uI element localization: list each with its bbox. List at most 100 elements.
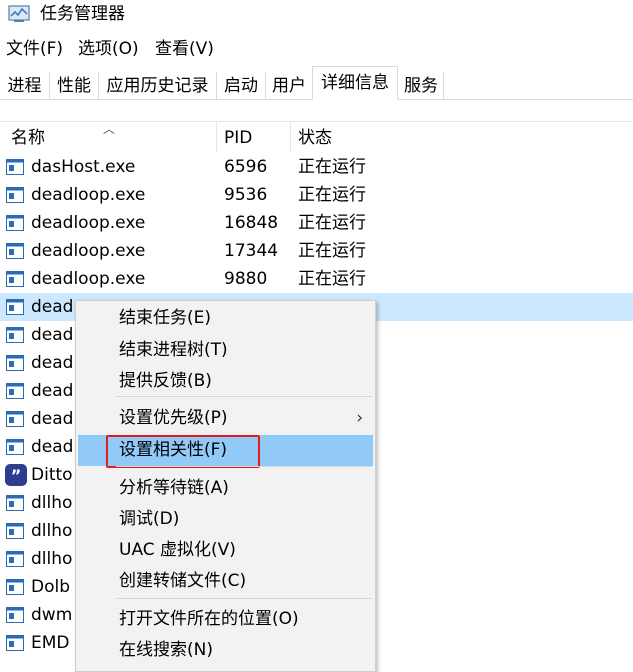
ditto-icon: ” <box>5 464 27 486</box>
menu-end-task[interactable]: 结束任务(E) <box>78 303 373 334</box>
tab-app-history[interactable]: 应用历史记录 <box>99 72 217 100</box>
window-icon <box>6 355 24 371</box>
column-header: ︿ 名称 PID 状态 <box>0 122 633 152</box>
process-status: 正在运行 <box>298 185 366 205</box>
window-icon <box>6 271 24 287</box>
menu-bar: 文件(F) 选项(O) 查看(V) <box>0 36 633 62</box>
process-pid: 9880 <box>224 269 268 289</box>
column-separator[interactable] <box>216 122 217 152</box>
menu-item-label: 设置相关性(F) <box>119 440 228 460</box>
menu-separator <box>116 466 372 467</box>
menu-item-label: 打开文件所在的位置(O) <box>119 609 299 629</box>
sort-ascending-icon: ︿ <box>103 122 116 136</box>
process-status: 正在运行 <box>298 269 366 289</box>
menu-provide-feedback[interactable]: 提供反馈(B) <box>78 366 373 397</box>
process-name: deadloop.exe <box>31 241 146 261</box>
menu-item-label: 分析等待链(A) <box>119 478 229 498</box>
tab-strip: 进程 性能 应用历史记录 启动 用户 详细信息 服务 <box>0 66 633 100</box>
svg-text:”: ” <box>11 466 22 485</box>
tab-startup[interactable]: 启动 <box>217 72 266 100</box>
window-icon <box>6 215 24 231</box>
column-separator[interactable] <box>290 122 291 152</box>
window-icon <box>6 327 24 343</box>
menu-separator <box>116 598 372 599</box>
column-header-pid[interactable]: PID <box>224 122 252 152</box>
process-pid: 17344 <box>224 241 279 261</box>
window-icon <box>6 299 24 315</box>
process-name: dead <box>31 353 74 373</box>
table-row[interactable]: deadloop.exe 17344 正在运行 <box>0 237 633 265</box>
window-icon <box>6 579 24 595</box>
window-icon <box>6 159 24 175</box>
menu-item-label: 在线搜索(N) <box>119 640 213 660</box>
menu-end-process-tree[interactable]: 结束进程树(T) <box>78 335 373 366</box>
window-icon <box>6 495 24 511</box>
menu-set-priority[interactable]: 设置优先级(P) › <box>78 403 373 434</box>
window-title: 任务管理器 <box>40 4 125 24</box>
process-name: dead <box>31 437 74 457</box>
table-row[interactable]: dasHost.exe 6596 正在运行 <box>0 153 633 181</box>
menu-file[interactable]: 文件(F) <box>6 38 63 60</box>
table-row[interactable]: deadloop.exe 9536 正在运行 <box>0 181 633 209</box>
window-icon <box>6 439 24 455</box>
menu-item-label: 结束任务(E) <box>119 308 212 328</box>
process-name: dead <box>31 409 74 429</box>
menu-uac-virtualization[interactable]: UAC 虚拟化(V) <box>78 535 373 566</box>
menu-debug[interactable]: 调试(D) <box>78 504 373 535</box>
column-header-name[interactable]: 名称 <box>11 122 45 152</box>
context-menu: 结束任务(E) 结束进程树(T) 提供反馈(B) 设置优先级(P) › 设置相关性(F) 分… <box>75 300 376 672</box>
process-name: dllho <box>31 549 73 569</box>
window-icon <box>6 411 24 427</box>
menu-item-label: UAC 虚拟化(V) <box>119 540 236 560</box>
tab-users[interactable]: 用户 <box>266 72 313 100</box>
menu-separator <box>116 396 372 397</box>
tab-processes[interactable]: 进程 <box>0 72 50 100</box>
process-pid: 6596 <box>224 157 268 177</box>
chevron-right-icon: › <box>356 408 363 428</box>
process-status: 正在运行 <box>298 157 366 177</box>
process-status: 正在运行 <box>298 241 366 261</box>
tab-services[interactable]: 服务 <box>399 72 444 100</box>
table-row[interactable]: deadloop.exe 9880 正在运行 <box>0 265 633 293</box>
menu-analyze-wait-chain[interactable]: 分析等待链(A) <box>78 473 373 504</box>
window-icon <box>6 243 24 259</box>
window-icon <box>6 635 24 651</box>
menu-item-label: 结束进程树(T) <box>119 340 228 360</box>
process-name: deadloop.exe <box>31 213 146 233</box>
process-name: dasHost.exe <box>31 157 136 177</box>
menu-view[interactable]: 查看(V) <box>155 38 214 60</box>
menu-search-online[interactable]: 在线搜索(N) <box>78 635 373 666</box>
menu-create-dump-file[interactable]: 创建转储文件(C) <box>78 566 373 597</box>
process-name: deadloop.exe <box>31 185 146 205</box>
process-pid: 9536 <box>224 185 268 205</box>
window-icon <box>6 551 24 567</box>
process-pid: 16848 <box>224 213 279 233</box>
process-name: Ditto <box>31 465 73 485</box>
menu-item-label: 提供反馈(B) <box>119 371 212 391</box>
process-name: EMD <box>31 633 70 653</box>
table-row[interactable]: deadloop.exe 16848 正在运行 <box>0 209 633 237</box>
process-name: dead <box>31 381 74 401</box>
window-icon <box>6 383 24 399</box>
process-name: dllho <box>31 521 73 541</box>
process-name: deadloop.exe <box>31 269 146 289</box>
menu-item-label: 设置优先级(P) <box>119 408 228 428</box>
window-icon <box>6 523 24 539</box>
tab-details[interactable]: 详细信息 <box>312 66 398 100</box>
window-icon <box>6 607 24 623</box>
task-manager-icon <box>8 5 30 22</box>
process-name: dwm <box>31 605 73 625</box>
process-status: 正在运行 <box>298 213 366 233</box>
title-bar: 任务管理器 <box>0 0 633 30</box>
column-header-status[interactable]: 状态 <box>298 122 332 152</box>
process-name: dead <box>31 325 74 345</box>
window-icon <box>6 187 24 203</box>
menu-item-label: 调试(D) <box>119 509 180 529</box>
menu-set-affinity[interactable]: 设置相关性(F) <box>78 435 373 468</box>
menu-options[interactable]: 选项(O) <box>78 38 139 60</box>
menu-open-file-location[interactable]: 打开文件所在的位置(O) <box>78 604 373 635</box>
process-name: dead <box>31 297 74 317</box>
process-name: Dolb <box>31 577 71 597</box>
tab-performance[interactable]: 性能 <box>50 72 99 100</box>
process-name: dllho <box>31 493 73 513</box>
